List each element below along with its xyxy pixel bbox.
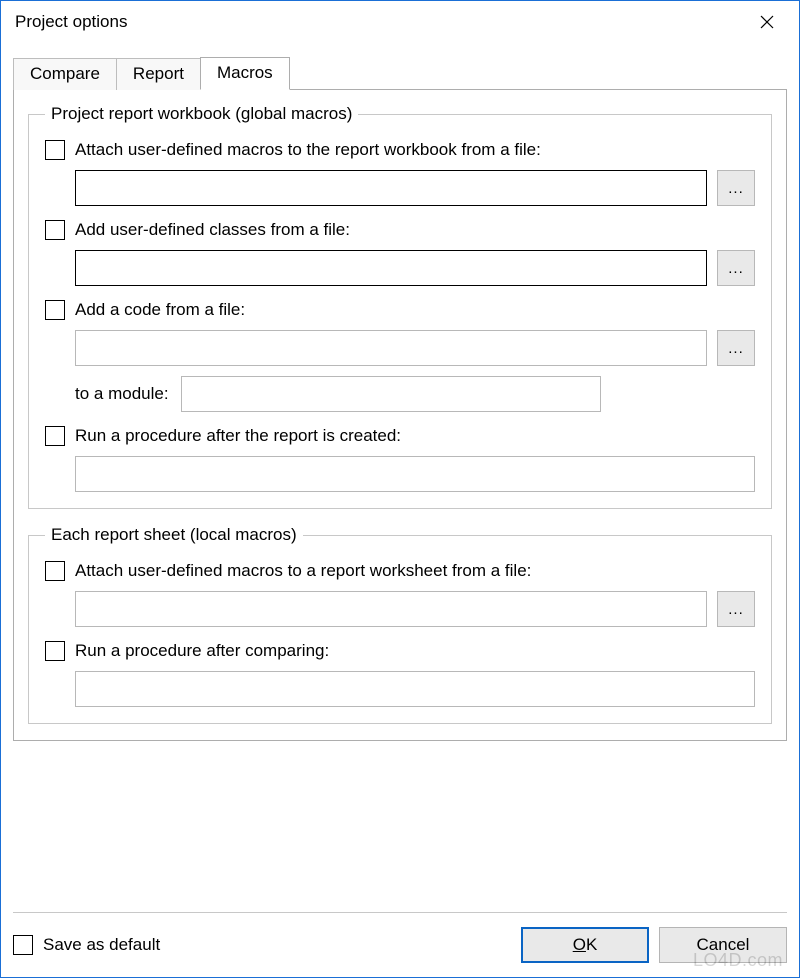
checkbox-add-code[interactable] [45,300,65,320]
group-local-macros: Each report sheet (local macros) Attach … [28,525,772,724]
browse-add-classes[interactable]: ... [717,250,755,286]
tab-macros[interactable]: Macros [200,57,290,90]
dialog-footer: Save as default OK Cancel [13,912,787,963]
label-add-code: Add a code from a file: [75,300,245,320]
tabpage-macros: Project report workbook (global macros) … [13,89,787,741]
input-attach-macros-local-path[interactable] [75,591,707,627]
label-to-module: to a module: [75,384,169,404]
input-to-module[interactable] [181,376,601,412]
checkbox-attach-macros-global[interactable] [45,140,65,160]
window-title: Project options [15,12,744,32]
checkbox-save-default[interactable] [13,935,33,955]
close-icon [760,15,774,29]
browse-attach-macros-local[interactable]: ... [717,591,755,627]
group-global-macros-legend: Project report workbook (global macros) [45,104,358,124]
label-run-proc-local: Run a procedure after comparing: [75,641,329,661]
browse-attach-macros-global[interactable]: ... [717,170,755,206]
close-button[interactable] [744,7,789,37]
group-local-macros-legend: Each report sheet (local macros) [45,525,303,545]
checkbox-run-proc-local[interactable] [45,641,65,661]
cancel-button[interactable]: Cancel [659,927,787,963]
client-area: Compare Report Macros Project report wor… [1,43,799,977]
ok-button-rest: K [586,935,597,954]
input-run-proc-local[interactable] [75,671,755,707]
checkbox-add-classes[interactable] [45,220,65,240]
label-attach-macros-local: Attach user-defined macros to a report w… [75,561,531,581]
checkbox-run-proc-global[interactable] [45,426,65,446]
input-add-classes-path[interactable] [75,250,707,286]
tab-report[interactable]: Report [116,58,201,90]
label-attach-macros-global: Attach user-defined macros to the report… [75,140,541,160]
tabstrip: Compare Report Macros [13,55,787,89]
titlebar: Project options [1,1,799,43]
input-attach-macros-global-path[interactable] [75,170,707,206]
checkbox-attach-macros-local[interactable] [45,561,65,581]
ok-button[interactable]: OK [521,927,649,963]
input-add-code-path[interactable] [75,330,707,366]
input-run-proc-global[interactable] [75,456,755,492]
label-add-classes: Add user-defined classes from a file: [75,220,350,240]
browse-add-code[interactable]: ... [717,330,755,366]
tab-compare[interactable]: Compare [13,58,117,90]
project-options-dialog: Project options Compare Report Macros Pr… [0,0,800,978]
label-run-proc-global: Run a procedure after the report is crea… [75,426,401,446]
ok-button-mnemonic: O [573,935,586,954]
group-global-macros: Project report workbook (global macros) … [28,104,772,509]
label-save-default: Save as default [43,935,160,955]
